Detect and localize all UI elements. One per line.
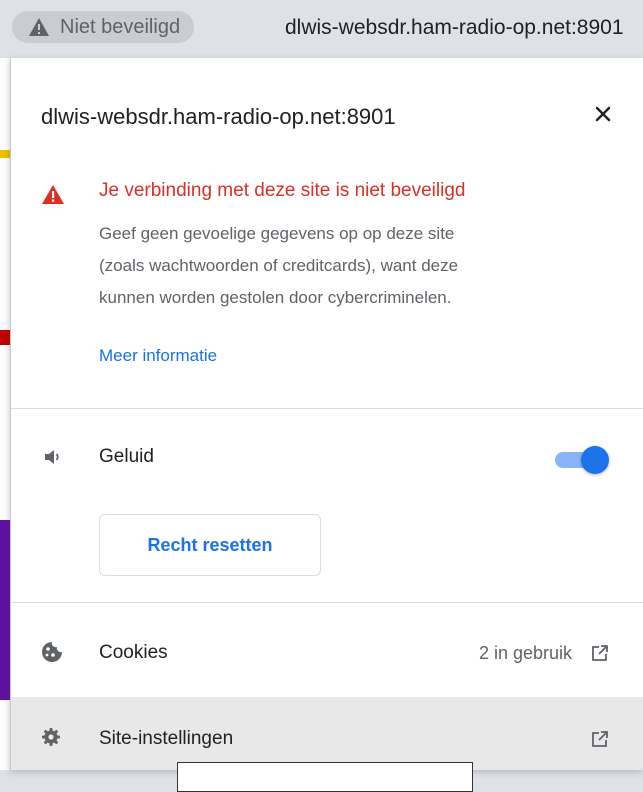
warning-body-line: Geef geen gevoelige gegevens op op deze …	[99, 224, 455, 243]
sound-toggle[interactable]	[551, 446, 609, 474]
permission-label: Geluid	[99, 446, 154, 467]
page-info-popup: dlwis-websdr.ham-radio-op.net:8901 Je ve…	[10, 58, 643, 770]
close-icon	[594, 105, 612, 128]
warning-triangle-icon	[41, 184, 65, 210]
tooltip	[177, 762, 473, 792]
cookies-row[interactable]: Cookies 2 in gebruik	[11, 611, 643, 697]
cookie-count: 2 in gebruik	[478, 643, 572, 663]
close-button[interactable]	[587, 100, 619, 132]
url-text[interactable]: dlwis-websdr.ham-radio-op.net:8901	[285, 16, 624, 40]
security-chip-label: Niet beveiligd	[60, 15, 181, 38]
divider	[11, 602, 643, 603]
popup-title: dlwis-websdr.ham-radio-op.net:8901	[41, 104, 396, 129]
external-link-icon	[591, 730, 609, 753]
cookie-icon	[41, 641, 63, 668]
speaker-icon	[43, 447, 63, 472]
permission-row-sound: Geluid	[11, 416, 643, 504]
warning-triangle-icon	[28, 17, 50, 37]
site-settings-row[interactable]: Site-instellingen	[11, 697, 643, 770]
row-label: Cookies	[99, 642, 168, 663]
divider	[11, 408, 643, 409]
external-link-icon	[591, 644, 609, 667]
row-label: Site-instellingen	[99, 728, 234, 749]
warning-title: Je verbinding met deze site is niet beve…	[99, 180, 466, 201]
omnibox-bar: Niet beveiligd dlwis-websdr.ham-radio-op…	[0, 0, 643, 58]
warning-body: Geef geen gevoelige gegevens op op deze …	[99, 218, 619, 314]
reset-permissions-button[interactable]: Recht resetten	[99, 514, 321, 576]
warning-body-line: (zoals wachtwoorden of creditcards), wan…	[99, 256, 459, 275]
more-info-link[interactable]: Meer informatie	[99, 346, 217, 366]
warning-body-line: kunnen worden gestolen door cybercrimine…	[99, 288, 452, 307]
background-page-edge	[0, 0, 10, 770]
toggle-thumb	[581, 446, 609, 474]
security-chip[interactable]: Niet beveiligd	[12, 11, 195, 43]
gear-icon	[41, 727, 61, 752]
